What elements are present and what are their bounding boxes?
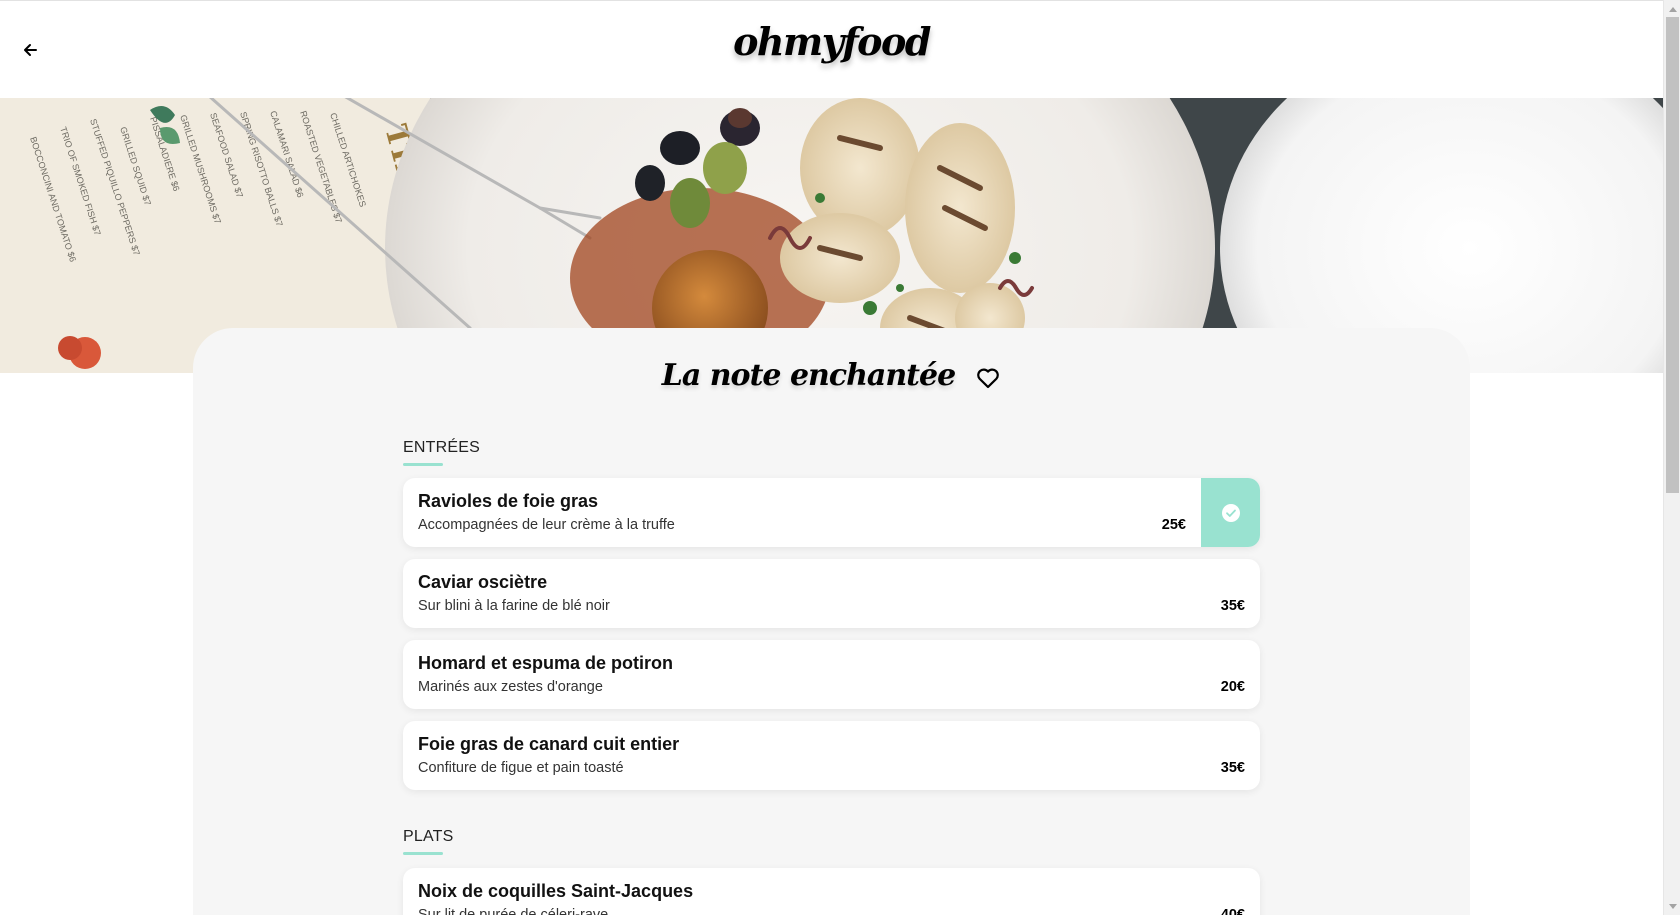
dish-name: Foie gras de canard cuit entier xyxy=(418,734,680,754)
title-row: La note enchantée xyxy=(193,358,1470,393)
dish-description: Sur lit de purée de céleri-rave xyxy=(418,907,609,915)
dish-card[interactable]: Caviar osciètre Sur blini à la farine de… xyxy=(403,559,1260,628)
favorite-button[interactable] xyxy=(975,365,1001,391)
dish-description: Confiture de figue et pain toasté xyxy=(418,760,624,776)
scroll-thumb[interactable] xyxy=(1666,17,1679,493)
scroll-up-button[interactable] xyxy=(1664,0,1680,17)
dish-name: Noix de coquilles Saint-Jacques xyxy=(418,881,694,901)
dish-price: 40€ xyxy=(1220,907,1245,915)
check-circle-icon xyxy=(1221,503,1240,522)
section-title-plats: PLATS xyxy=(403,828,454,855)
restaurant-title: La note enchantée xyxy=(661,358,956,393)
dish-name: Homard et espuma de potiron xyxy=(418,653,674,673)
dish-card[interactable]: Foie gras de canard cuit entier Confitur… xyxy=(403,721,1260,790)
dish-price: 20€ xyxy=(1220,679,1245,695)
dish-description: Accompagnées de leur crème à la truffe xyxy=(418,517,675,533)
menu-card: La note enchantée ENTRÉES Ravioles de fo… xyxy=(193,328,1470,915)
vertical-scrollbar[interactable] xyxy=(1663,0,1680,915)
dish-price: 35€ xyxy=(1220,598,1245,614)
dish-card[interactable]: Homard et espuma de potiron Marinés aux … xyxy=(403,640,1260,709)
dish-price: 25€ xyxy=(1161,517,1186,533)
dish-description: Marinés aux zestes d'orange xyxy=(418,679,603,695)
heart-outline-icon xyxy=(977,368,1000,388)
selected-indicator xyxy=(1201,478,1260,547)
caret-down-icon xyxy=(1668,903,1677,909)
scroll-down-button[interactable] xyxy=(1664,898,1680,915)
dish-card-selected[interactable]: Ravioles de foie gras Accompagnées de le… xyxy=(403,478,1260,547)
header: ohmyfood xyxy=(0,0,1663,98)
dish-price: 35€ xyxy=(1220,760,1245,776)
dish-description: Sur blini à la farine de blé noir xyxy=(418,598,610,614)
dish-name: Ravioles de foie gras xyxy=(418,491,599,511)
logo[interactable]: ohmyfood xyxy=(0,19,1663,64)
dish-card[interactable]: Noix de coquilles Saint-Jacques Sur lit … xyxy=(403,868,1260,915)
caret-up-icon xyxy=(1668,6,1677,12)
dish-name: Caviar osciètre xyxy=(418,572,548,592)
page: ohmyfood BOCCONCINI AND TOMATO $6 TRIO O… xyxy=(0,0,1663,915)
section-title-entrees: ENTRÉES xyxy=(403,439,480,466)
